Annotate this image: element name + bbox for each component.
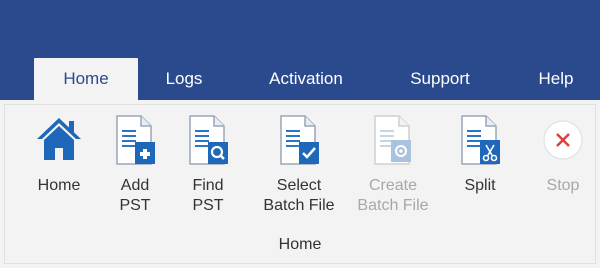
create-batch-file-label: Create Batch File [357,177,429,214]
add-pst-icon [116,115,155,165]
tab-activation[interactable]: Activation [248,58,364,100]
split-icon [461,115,500,165]
tab-support[interactable]: Support [388,58,492,100]
add-pst-button[interactable]: Add PST [103,112,167,216]
stop-label: Stop [546,177,580,194]
tab-help[interactable]: Help [518,58,594,100]
select-batch-file-icon [280,115,319,165]
ribbon-panel: Home Add PST Find PST Select Batch File … [0,100,600,268]
app-window: Home Logs Activation Support Help Home A… [0,0,600,268]
add-pst-label: Add PST [119,177,151,214]
find-pst-button[interactable]: Find PST [176,112,240,216]
stop-button[interactable]: Stop [531,112,595,196]
home-icon [37,118,81,160]
create-batch-file-button[interactable]: Create Batch File [349,112,437,216]
tab-logs[interactable]: Logs [148,58,220,100]
split-label: Split [464,177,496,194]
create-batch-file-icon [374,115,411,165]
find-pst-label: Find PST [192,177,224,214]
find-pst-icon [189,115,228,165]
home-button-label: Home [37,177,81,194]
select-batch-file-label: Select Batch File [263,177,335,214]
ribbon-group-label: Home [278,236,322,253]
split-button[interactable]: Split [448,112,512,196]
ribbon-tabs: Home Logs Activation Support Help [0,58,600,100]
tab-home[interactable]: Home [34,58,138,100]
stop-icon [543,120,583,160]
home-button[interactable]: Home [27,112,91,196]
select-batch-file-button[interactable]: Select Batch File [255,112,343,216]
